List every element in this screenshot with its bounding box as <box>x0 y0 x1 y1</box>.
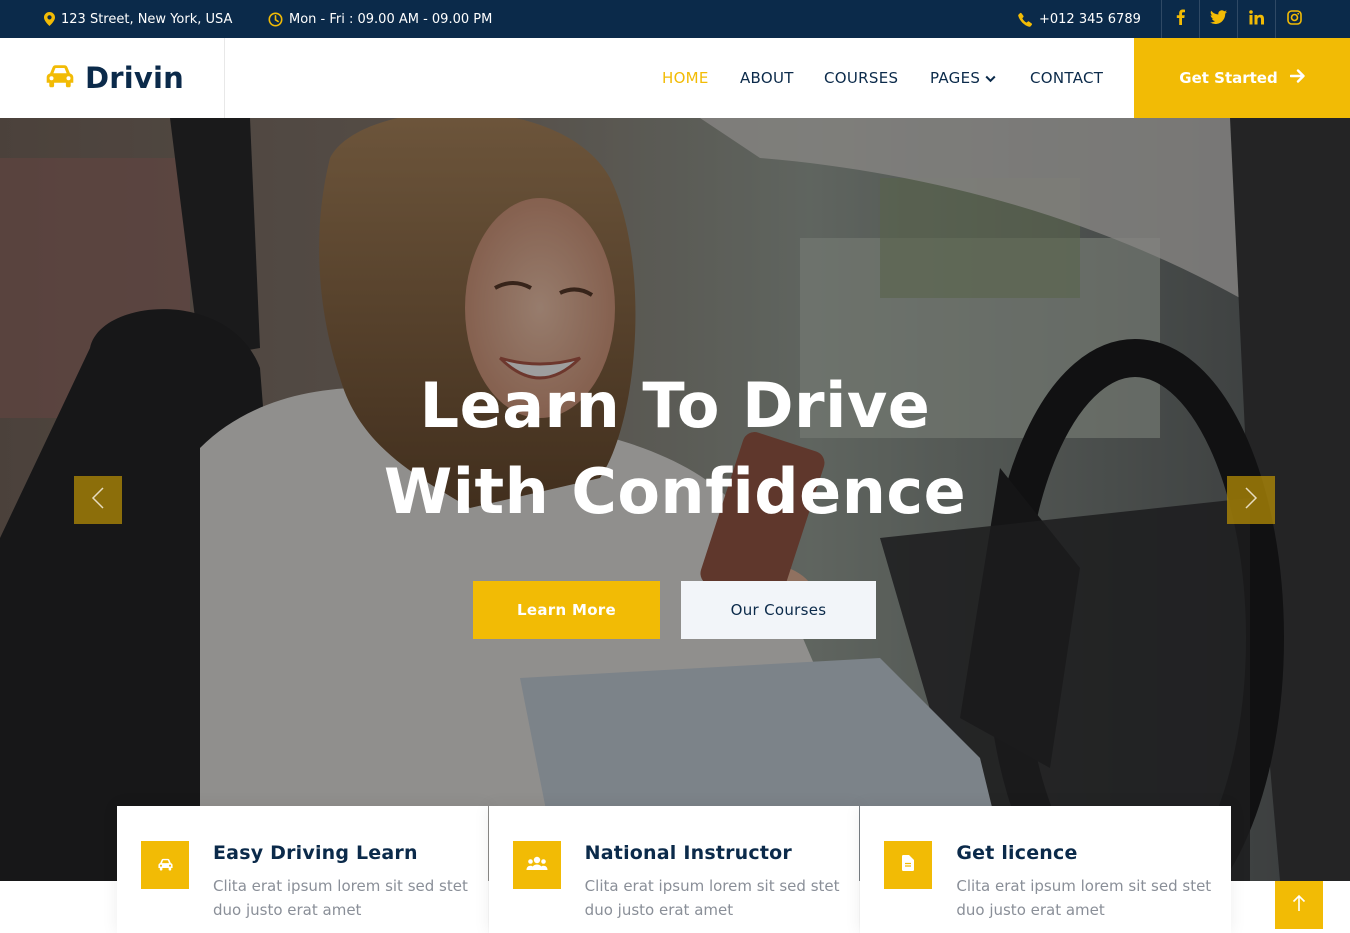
chevron-down-icon <box>985 69 996 87</box>
users-icon <box>526 856 548 875</box>
hours-info: Mon - Fri : 09.00 AM - 09.00 PM <box>268 0 492 38</box>
feature-icon-box <box>884 841 933 889</box>
nav-contact[interactable]: CONTACT <box>1030 38 1103 118</box>
nav-pages-dropdown[interactable]: PAGES <box>930 38 996 118</box>
back-to-top-button[interactable] <box>1275 881 1323 929</box>
get-started-label: Get Started <box>1179 69 1278 87</box>
twitter-icon <box>1210 10 1227 28</box>
facebook-link[interactable] <box>1161 0 1199 38</box>
our-courses-button[interactable]: Our Courses <box>681 581 876 639</box>
feature-title: Easy Driving Learn <box>213 842 418 864</box>
feature-cards: Easy Driving Learn Clita erat ipsum lore… <box>117 806 1232 933</box>
linkedin-link[interactable] <box>1237 0 1275 38</box>
feature-text: Clita erat ipsum lorem sit sed stet duo … <box>213 877 468 919</box>
chevron-right-icon <box>1244 486 1258 514</box>
feature-card: Easy Driving Learn Clita erat ipsum lore… <box>117 806 488 933</box>
feature-title: Get licence <box>956 842 1078 864</box>
arrow-up-icon <box>1292 894 1306 916</box>
clock-icon <box>268 12 283 27</box>
get-started-button[interactable]: Get Started <box>1134 38 1350 118</box>
feature-card: Get licence Clita erat ipsum lorem sit s… <box>860 806 1232 933</box>
feature-title: National Instructor <box>584 842 792 864</box>
carousel-prev-button[interactable] <box>74 476 122 524</box>
top-bar: 123 Street, New York, USA Mon - Fri : 09… <box>0 0 1350 38</box>
hero-title-line-1: Learn To Drive <box>419 369 931 442</box>
instagram-icon <box>1287 9 1302 29</box>
nav-courses[interactable]: COURSES <box>824 38 898 118</box>
hero-carousel: Learn To Drive With Confidence Learn Mor… <box>0 118 1350 881</box>
car-icon <box>157 856 174 875</box>
instagram-link[interactable] <box>1275 0 1313 38</box>
arrow-right-icon <box>1289 69 1305 87</box>
feature-text: Clita erat ipsum lorem sit sed stet duo … <box>584 877 840 919</box>
car-icon <box>44 64 76 92</box>
feature-icon-box <box>512 841 561 889</box>
address-info: 123 Street, New York, USA <box>44 0 232 38</box>
carousel-next-button[interactable] <box>1227 476 1275 524</box>
map-marker-icon <box>44 12 55 26</box>
phone-info[interactable]: +012 345 6789 <box>1018 0 1141 38</box>
facebook-icon <box>1176 9 1185 29</box>
page: 123 Street, New York, USA Mon - Fri : 09… <box>0 0 1350 933</box>
nav-about[interactable]: ABOUT <box>740 38 794 118</box>
phone-icon <box>1018 12 1033 27</box>
phone-text: +012 345 6789 <box>1039 11 1141 27</box>
file-icon <box>902 855 915 875</box>
nav-home[interactable]: HOME <box>662 38 709 118</box>
feature-text: Clita erat ipsum lorem sit sed stet duo … <box>956 877 1212 919</box>
address-text: 123 Street, New York, USA <box>61 11 233 27</box>
linkedin-icon <box>1249 9 1264 29</box>
chevron-left-icon <box>91 486 105 514</box>
hero-title-line-2: With Confidence <box>383 455 967 528</box>
feature-icon-box <box>141 841 189 889</box>
nav-pages-label: PAGES <box>930 69 981 87</box>
brand-name: Drivin <box>85 61 185 95</box>
brand-logo[interactable]: Drivin <box>0 38 225 118</box>
hours-text: Mon - Fri : 09.00 AM - 09.00 PM <box>289 11 493 27</box>
twitter-link[interactable] <box>1199 0 1237 38</box>
learn-more-button[interactable]: Learn More <box>473 581 660 639</box>
feature-card: National Instructor Clita erat ipsum lor… <box>488 806 860 933</box>
hero-title: Learn To Drive With Confidence <box>0 363 1350 535</box>
main-navbar: Drivin HOME ABOUT COURSES PAGES CONTACT … <box>0 38 1350 118</box>
